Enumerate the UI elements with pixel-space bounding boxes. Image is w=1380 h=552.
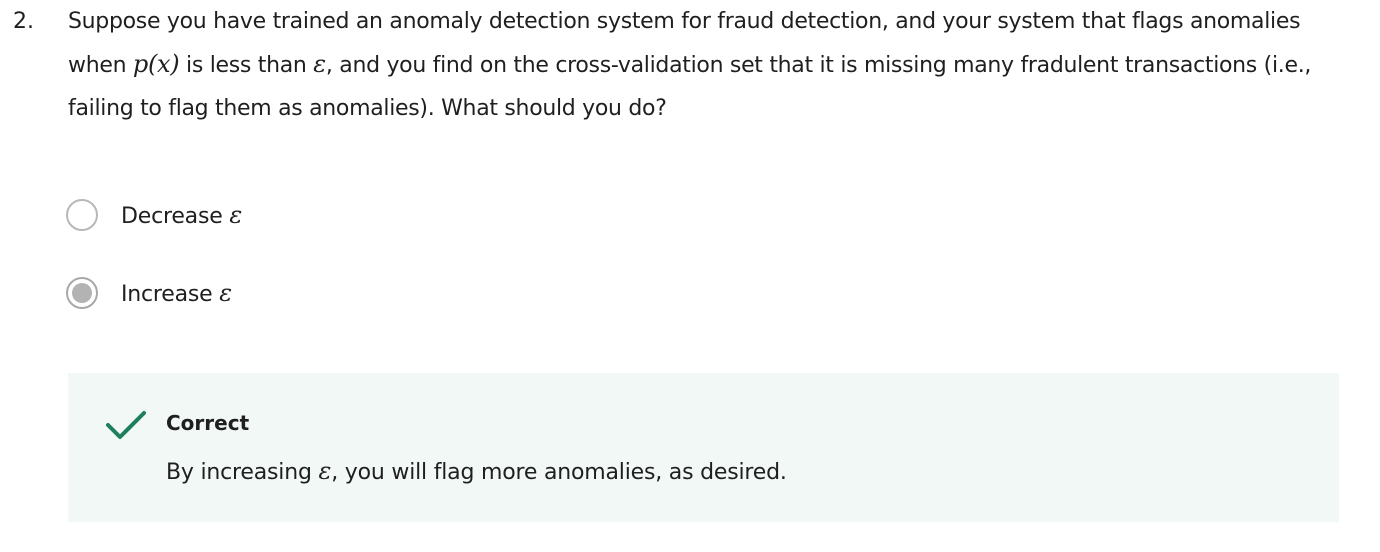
radio-button-selected[interactable] [66,277,98,309]
feedback-text-part1: By increasing [166,460,319,485]
option-label-text: Increase [121,282,220,307]
option-increase-epsilon[interactable]: Increase ε [66,274,242,312]
radio-dot [72,283,92,303]
feedback-text: By increasing ε, you will flag more anom… [166,457,787,485]
question-text-part2: is less than [179,53,314,78]
answer-options: Decrease ε Increase ε [66,196,242,312]
feedback-status: Correct [166,411,250,435]
option-epsilon: ε [219,279,232,307]
radio-button-unselected[interactable] [66,199,98,231]
question-number: 2. [13,9,34,34]
feedback-epsilon: ε [318,457,332,485]
question-text: Suppose you have trained an anomaly dete… [68,0,1338,130]
option-label-text: Decrease [121,204,230,229]
option-decrease-epsilon[interactable]: Decrease ε [66,196,242,234]
option-epsilon: ε [229,201,243,229]
math-epsilon: ε [313,50,326,78]
option-label: Increase ε [121,279,232,307]
option-label: Decrease ε [121,201,242,229]
checkmark-icon [106,411,146,439]
feedback-text-part2: , you will flag more anomalies, as desir… [331,460,787,485]
math-px: p(x) [132,50,180,78]
feedback-box: Correct By increasing ε, you will flag m… [68,373,1339,522]
